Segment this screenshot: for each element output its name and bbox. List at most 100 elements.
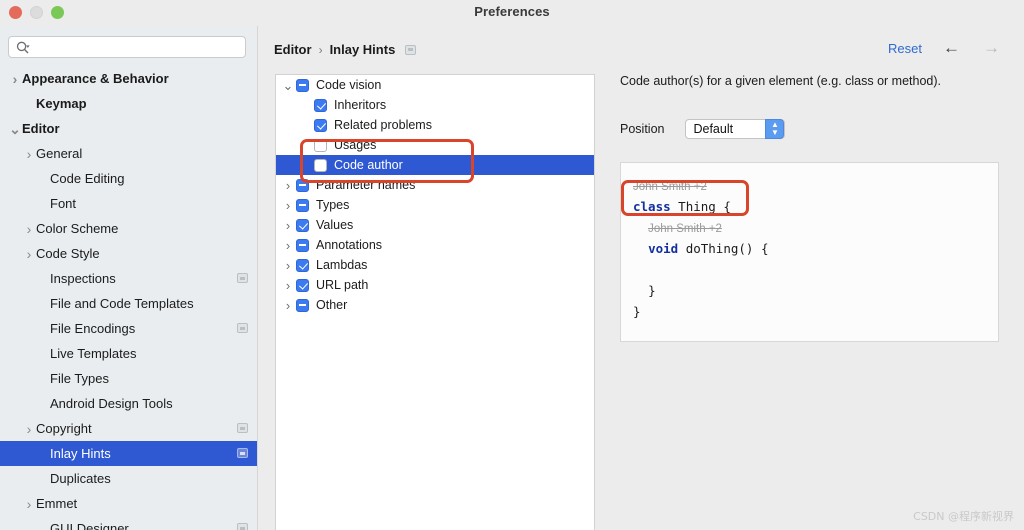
checkbox-checked[interactable]: [314, 118, 327, 132]
module-badge-icon: [237, 423, 248, 433]
checkbox-checked[interactable]: [314, 98, 327, 112]
hint-row-inheritors[interactable]: Inheritors: [276, 95, 594, 115]
chevron-right-icon[interactable]: ›: [22, 422, 36, 436]
chevron-right-icon[interactable]: ›: [22, 147, 36, 161]
checkbox-unchecked[interactable]: [314, 138, 327, 152]
reset-button[interactable]: Reset: [888, 41, 922, 56]
code-keyword: void: [648, 241, 679, 256]
code-keyword: class: [633, 199, 671, 214]
sidebar-item-label: File Types: [50, 371, 110, 386]
stepper-chevrons-icon[interactable]: ▲ ▼: [765, 119, 785, 139]
code-author-hint: John Smith +2: [633, 175, 998, 196]
hint-row-url-path[interactable]: › URL path: [276, 275, 594, 295]
code-text: doThing() {: [678, 241, 769, 256]
sidebar-item-inlay-hints[interactable]: Inlay Hints: [0, 441, 257, 466]
checkbox-mixed[interactable]: [296, 78, 309, 92]
sidebar-item-duplicates[interactable]: Duplicates: [0, 466, 257, 491]
hint-row-values[interactable]: › Values: [276, 215, 594, 235]
back-arrow-icon[interactable]: ←: [943, 39, 960, 56]
chevron-down-icon[interactable]: ⌄: [8, 122, 22, 136]
chevron-right-icon[interactable]: ›: [280, 219, 296, 232]
checkbox-mixed[interactable]: [296, 178, 309, 192]
sidebar-item-general[interactable]: › General: [0, 141, 257, 166]
position-select[interactable]: Default ▲ ▼: [685, 119, 786, 139]
sidebar-item-code-editing[interactable]: Code Editing: [0, 166, 257, 191]
hint-row-label: Other: [316, 298, 348, 312]
sidebar-item-gui-designer[interactable]: GUI Designer: [0, 516, 257, 530]
hint-row-annotations[interactable]: › Annotations: [276, 235, 594, 255]
code-line: }: [633, 301, 998, 322]
chevron-right-icon[interactable]: ›: [22, 497, 36, 511]
hint-row-other[interactable]: › Other: [276, 295, 594, 315]
code-text: Thing {: [670, 199, 731, 214]
hint-row-types[interactable]: › Types: [276, 195, 594, 215]
detail-pane: Code author(s) for a given element (e.g.…: [620, 74, 1010, 342]
sidebar-item-file-and-code-templates[interactable]: File and Code Templates: [0, 291, 257, 316]
sidebar-item-file-encodings[interactable]: File Encodings: [0, 316, 257, 341]
search-box[interactable]: [8, 36, 246, 59]
checkbox-checked[interactable]: [296, 218, 309, 232]
forward-arrow-icon[interactable]: →: [983, 39, 1000, 56]
sidebar-item-keymap[interactable]: Keymap: [0, 91, 257, 116]
search-icon: [16, 41, 30, 54]
chevron-right-icon[interactable]: ›: [22, 247, 36, 261]
sidebar-item-appearance-behavior[interactable]: › Appearance & Behavior: [0, 66, 257, 91]
chevron-right-icon[interactable]: ›: [22, 222, 36, 236]
chevron-right-icon[interactable]: ›: [280, 279, 296, 292]
module-badge-icon: [237, 523, 248, 530]
chevron-down-icon[interactable]: ⌄: [280, 79, 296, 92]
sidebar-item-color-scheme[interactable]: › Color Scheme: [0, 216, 257, 241]
sidebar-item-live-templates[interactable]: Live Templates: [0, 341, 257, 366]
chevron-right-icon[interactable]: ›: [8, 72, 22, 86]
chevron-right-icon[interactable]: ›: [280, 259, 296, 272]
sidebar-item-inspections[interactable]: Inspections: [0, 266, 257, 291]
sidebar-item-code-style[interactable]: › Code Style: [0, 241, 257, 266]
checkbox-unchecked[interactable]: [314, 158, 327, 172]
module-badge-icon: [405, 44, 417, 55]
sidebar-item-copyright[interactable]: › Copyright: [0, 416, 257, 441]
hint-row-code-vision[interactable]: ⌄ Code vision: [276, 75, 594, 95]
chevron-right-icon[interactable]: ›: [280, 179, 296, 192]
checkbox-mixed[interactable]: [296, 298, 309, 312]
sidebar-item-file-types[interactable]: File Types: [0, 366, 257, 391]
sidebar-item-label: Emmet: [36, 496, 78, 511]
hint-text: John Smith +2: [633, 181, 707, 193]
sidebar-item-label: Code Editing: [50, 171, 125, 186]
sidebar-item-label: Code Style: [36, 246, 100, 261]
watermark: CSDN @程序新视界: [913, 510, 1014, 523]
hint-row-label: Inheritors: [334, 98, 387, 112]
hint-row-usages[interactable]: Usages: [276, 135, 594, 155]
code-text: }: [648, 283, 656, 298]
hint-row-label: Code vision: [316, 78, 382, 92]
hint-row-parameter-names[interactable]: › Parameter names: [276, 175, 594, 195]
chevron-right-icon[interactable]: ›: [280, 299, 296, 312]
search-input[interactable]: [35, 37, 245, 59]
code-line: class Thing {: [633, 196, 998, 217]
search-field-wrapper: [8, 36, 246, 59]
inlay-hints-tree-panel: ⌄ Code vision Inheritors Related problems Us…: [275, 74, 595, 530]
position-row: Position Default ▲ ▼: [620, 119, 1010, 139]
sidebar-item-editor[interactable]: ⌄ Editor: [0, 116, 257, 141]
chevron-right-icon[interactable]: ›: [280, 199, 296, 212]
breadcrumb-item-editor[interactable]: Editor: [274, 42, 312, 57]
checkbox-mixed[interactable]: [296, 238, 309, 252]
checkbox-checked[interactable]: [296, 278, 309, 292]
checkbox-checked[interactable]: [296, 258, 309, 272]
sidebar-item-label: Android Design Tools: [50, 396, 173, 411]
hint-row-lambdas[interactable]: › Lambdas: [276, 255, 594, 275]
sidebar-item-emmet[interactable]: › Emmet: [0, 491, 257, 516]
sidebar-item-font[interactable]: Font: [0, 191, 257, 216]
checkbox-mixed[interactable]: [296, 198, 309, 212]
breadcrumb-item-inlay-hints[interactable]: Inlay Hints: [330, 42, 396, 57]
sidebar-item-label: File and Code Templates: [50, 296, 194, 311]
main-content-area: Editor › Inlay Hints Reset ← → ⌄ Code vis…: [258, 26, 1024, 530]
hint-row-code-author[interactable]: Code author: [276, 155, 594, 175]
window-title: Preferences: [474, 4, 550, 19]
module-badge-icon: [237, 273, 248, 283]
hint-row-related-problems[interactable]: Related problems: [276, 115, 594, 135]
sidebar-item-android-design-tools[interactable]: Android Design Tools: [0, 391, 257, 416]
hint-row-label: Lambdas: [316, 258, 368, 272]
code-line: }: [633, 280, 998, 301]
chevron-right-icon[interactable]: ›: [280, 239, 296, 252]
